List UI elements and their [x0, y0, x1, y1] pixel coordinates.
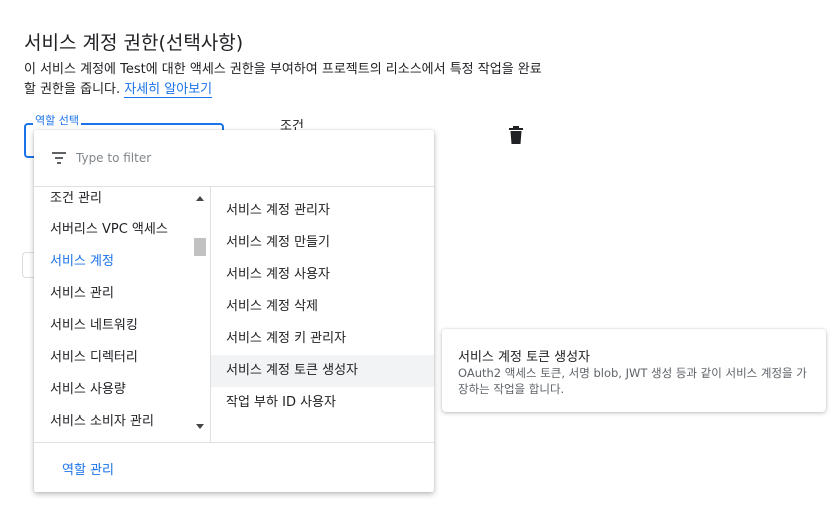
add-condition-button[interactable] [22, 252, 34, 278]
section-title: 서비스 계정 권한(선택사항) [24, 32, 244, 54]
section-description: 이 서비스 계정에 Test에 대한 액세스 권한을 부여하여 프로젝트의 리소… [24, 60, 544, 100]
filter-icon [52, 152, 66, 164]
role-item-hovered[interactable]: 서비스 계정 토큰 생성자 [211, 355, 434, 387]
category-item-selected[interactable]: 서비스 계정 [50, 250, 114, 269]
scrollbar-thumb[interactable] [194, 238, 206, 256]
scroll-down-arrow-icon[interactable] [196, 424, 204, 429]
category-item[interactable]: 서비스 네트워킹 [50, 314, 138, 333]
role-description-text: OAuth2 액세스 토큰, 서명 blob, JWT 생성 등과 같이 서비스… [458, 366, 807, 396]
role-dropdown-panel: 조건 관리 서버리스 VPC 액세스 서비스 계정 서비스 관리 서비스 네트워… [34, 130, 434, 492]
role-item[interactable]: 서비스 계정 키 관리자 [211, 323, 434, 355]
dropdown-footer: 역할 관리 [34, 442, 434, 492]
role-category-list: 조건 관리 서버리스 VPC 액세스 서비스 계정 서비스 관리 서비스 네트워… [34, 187, 210, 442]
role-item[interactable]: 서비스 계정 만들기 [211, 227, 434, 259]
manage-roles-link[interactable]: 역할 관리 [62, 459, 114, 478]
category-scrollbar[interactable] [194, 196, 206, 434]
role-select-label: 역할 선택 [33, 112, 81, 128]
role-list: 서비스 계정 관리자 서비스 계정 만들기 서비스 계정 사용자 서비스 계정 … [211, 187, 434, 442]
category-item[interactable]: 서비스 소비자 관리 [50, 410, 154, 429]
trash-icon[interactable] [508, 126, 524, 144]
role-description-title: 서비스 계정 토큰 생성자 [458, 350, 590, 365]
role-item[interactable]: 서비스 계정 관리자 [211, 195, 434, 227]
role-item[interactable]: 서비스 계정 삭제 [211, 291, 434, 323]
role-description-card: 서비스 계정 토큰 생성자 OAuth2 액세스 토큰, 서명 blob, JW… [442, 329, 826, 412]
category-item[interactable]: 서비스 디렉터리 [50, 346, 138, 365]
category-item[interactable]: 조건 관리 [50, 187, 102, 206]
description-text: 이 서비스 계정에 Test에 대한 액세스 권한을 부여하여 프로젝트의 리소… [24, 62, 542, 97]
category-item[interactable]: 서비스 사용량 [50, 378, 126, 397]
role-item[interactable]: 작업 부하 ID 사용자 [211, 387, 434, 419]
role-item[interactable]: 서비스 계정 사용자 [211, 259, 434, 291]
learn-more-link[interactable]: 자세히 알아보기 [124, 82, 213, 98]
filter-input[interactable] [76, 148, 406, 168]
category-item[interactable]: 서버리스 VPC 액세스 [50, 218, 168, 237]
scroll-up-arrow-icon[interactable] [196, 196, 204, 201]
category-item[interactable]: 서비스 관리 [50, 282, 114, 301]
filter-row [34, 130, 434, 187]
